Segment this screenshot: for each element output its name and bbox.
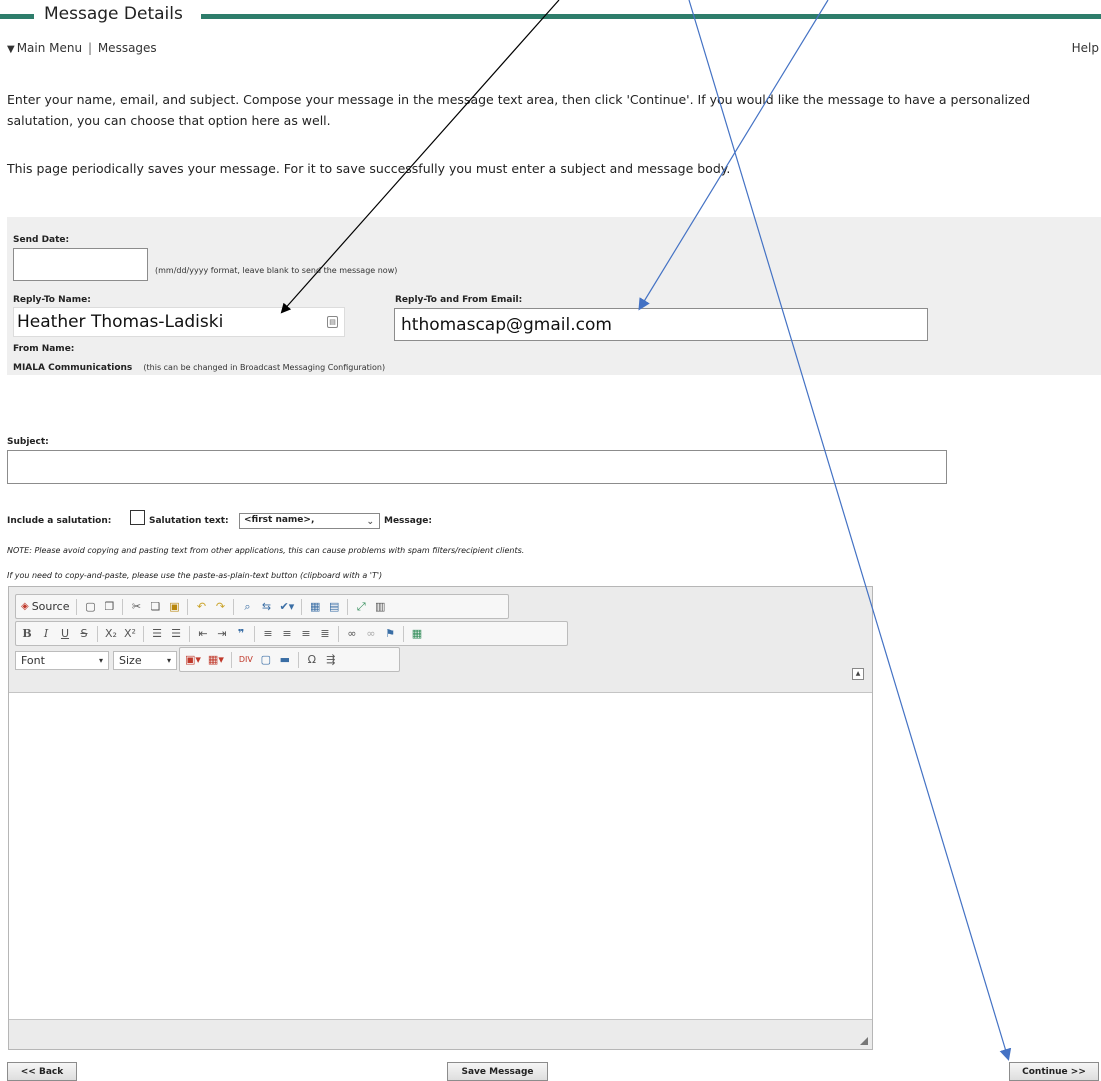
header-rule-left	[0, 14, 34, 19]
align-left-icon[interactable]: ≡	[260, 625, 276, 643]
reply-to-name-field: ▤	[13, 307, 345, 337]
chevron-down-icon: ▾	[166, 656, 171, 665]
redo-icon[interactable]: ↷	[212, 598, 228, 616]
autosave-notice: This page periodically saves your messag…	[7, 161, 731, 176]
horizontal-rule-icon[interactable]: ▬	[277, 651, 293, 669]
breadcrumb-separator: |	[87, 41, 92, 55]
bold-icon[interactable]: B	[19, 625, 35, 643]
show-blocks-icon[interactable]: ▥	[372, 598, 388, 616]
save-message-button[interactable]: Save Message	[447, 1062, 548, 1081]
background-color-icon[interactable]: ▦▾	[206, 651, 226, 669]
reply-to-name-label: Reply-To Name:	[13, 295, 91, 305]
salutation-text-label: Salutation text:	[149, 516, 229, 526]
templates-icon[interactable]: ❐	[101, 598, 117, 616]
page-break-icon[interactable]: ⇶	[323, 651, 339, 669]
from-name-label: From Name:	[13, 344, 75, 354]
subject-label: Subject:	[7, 437, 49, 447]
anchor-icon[interactable]: ⚑	[382, 625, 398, 643]
toolbar-row-1: ◈ Source ▢ ❐ ✂ ❏ ▣ ↶ ↷ ⌕ ⇆ ✔▾ ▦ ▤ ⤢ ▥	[15, 594, 509, 619]
underline-icon[interactable]: U	[57, 625, 73, 643]
replace-icon[interactable]: ⇆	[258, 598, 274, 616]
autofill-icon[interactable]: ▤	[327, 316, 338, 328]
intro-paragraph: Enter your name, email, and subject. Com…	[7, 92, 1031, 128]
bulleted-list-icon[interactable]: ☰	[168, 625, 184, 643]
spellcheck-icon[interactable]: ✔▾	[277, 598, 296, 616]
triangle-down-icon: ▼	[7, 44, 15, 55]
subject-input[interactable]	[7, 450, 947, 484]
salutation-checkbox[interactable]	[130, 510, 145, 525]
salutation-selected-value: <first name>,	[244, 515, 315, 525]
send-date-hint: (mm/dd/yyyy format, leave blank to send …	[155, 266, 398, 275]
image-icon[interactable]: ▤	[326, 598, 342, 616]
sender-panel	[7, 217, 1101, 375]
editor-toolbar: ◈ Source ▢ ❐ ✂ ❏ ▣ ↶ ↷ ⌕ ⇆ ✔▾ ▦ ▤ ⤢ ▥ B I	[9, 587, 872, 693]
include-salutation-label: Include a salutation:	[7, 516, 112, 526]
create-div-icon[interactable]: DIV	[237, 651, 255, 669]
rich-text-editor: ◈ Source ▢ ❐ ✂ ❏ ▣ ↶ ↷ ⌕ ⇆ ✔▾ ▦ ▤ ⤢ ▥ B I	[8, 586, 873, 1050]
italic-icon[interactable]: I	[38, 625, 54, 643]
select-all-icon[interactable]: ▦	[307, 598, 323, 616]
size-combo-wrap: Size ▾	[113, 648, 179, 673]
send-date-label: Send Date:	[13, 235, 70, 245]
subscript-icon[interactable]: X₂	[103, 625, 119, 643]
from-name-hint: (this can be changed in Broadcast Messag…	[143, 363, 386, 372]
insert-table-icon[interactable]: ▦	[409, 625, 425, 643]
align-center-icon[interactable]: ≡	[279, 625, 295, 643]
help-link[interactable]: Help	[1072, 41, 1099, 55]
special-char-icon[interactable]: Ω	[304, 651, 320, 669]
continue-button[interactable]: Continue >>	[1009, 1062, 1099, 1081]
reply-to-name-input[interactable]	[14, 308, 314, 336]
maximize-icon[interactable]: ⤢	[353, 598, 369, 616]
source-button[interactable]: ◈ Source	[19, 598, 71, 616]
preview-icon[interactable]: ▢	[82, 598, 98, 616]
header-rule-right	[201, 14, 1101, 19]
from-name-value: MIALA Communications	[13, 363, 133, 373]
font-select[interactable]: Font ▾	[15, 651, 109, 670]
toolbar-collapse-icon[interactable]: ▲	[852, 668, 864, 680]
back-button[interactable]: << Back	[7, 1062, 77, 1081]
paste-warning-note: NOTE: Please avoid copying and pasting t…	[7, 546, 525, 555]
undo-icon[interactable]: ↶	[193, 598, 209, 616]
resize-handle-icon[interactable]	[860, 1037, 868, 1045]
superscript-icon[interactable]: X²	[122, 625, 138, 643]
numbered-list-icon[interactable]: ☰	[149, 625, 165, 643]
send-date-input[interactable]	[13, 248, 148, 281]
reply-to-email-input[interactable]	[394, 308, 928, 341]
link-icon[interactable]: ∞	[344, 625, 360, 643]
unlink-icon[interactable]: ∞	[363, 625, 379, 643]
blockquote-icon[interactable]: ❞	[233, 625, 249, 643]
chevron-down-icon: ▾	[98, 656, 103, 665]
page-title: Message Details	[44, 4, 183, 24]
font-combo-wrap: Font ▾	[15, 648, 111, 673]
message-body-editor[interactable]	[9, 694, 872, 1019]
from-name-row: MIALA Communications (this can be change…	[13, 355, 385, 374]
find-icon[interactable]: ⌕	[239, 598, 255, 616]
source-icon: ◈	[21, 601, 29, 612]
justify-icon[interactable]: ≣	[317, 625, 333, 643]
breadcrumb: ▼ Main Menu | Messages	[7, 41, 157, 55]
toolbar-row-2: B I U S X₂ X² ☰ ☰ ⇤ ⇥ ❞ ≡ ≡ ≡ ≣ ∞ ∞ ⚑ ▦	[15, 621, 568, 646]
iframe-icon[interactable]: ▢	[258, 651, 274, 669]
toolbar-row-3: ▣▾ ▦▾ DIV ▢ ▬ Ω ⇶	[179, 647, 400, 672]
messages-link[interactable]: Messages	[98, 41, 157, 55]
paste-plain-text-icon[interactable]: ▣	[166, 598, 182, 616]
paste-plain-text-note: If you need to copy-and-paste, please us…	[7, 571, 383, 580]
size-select[interactable]: Size ▾	[113, 651, 177, 670]
copy-icon[interactable]: ❏	[147, 598, 163, 616]
outdent-icon[interactable]: ⇤	[195, 625, 211, 643]
message-label: Message:	[384, 516, 432, 526]
editor-statusbar	[9, 1019, 872, 1049]
text-color-icon[interactable]: ▣▾	[183, 651, 203, 669]
indent-icon[interactable]: ⇥	[214, 625, 230, 643]
main-menu-link[interactable]: Main Menu	[17, 41, 82, 55]
align-right-icon[interactable]: ≡	[298, 625, 314, 643]
cut-icon[interactable]: ✂	[128, 598, 144, 616]
reply-to-email-label: Reply-To and From Email:	[395, 295, 523, 305]
strikethrough-icon[interactable]: S	[76, 625, 92, 643]
salutation-select[interactable]: <first name>, ⌄	[239, 513, 380, 529]
chevron-down-icon: ⌄	[366, 517, 374, 527]
